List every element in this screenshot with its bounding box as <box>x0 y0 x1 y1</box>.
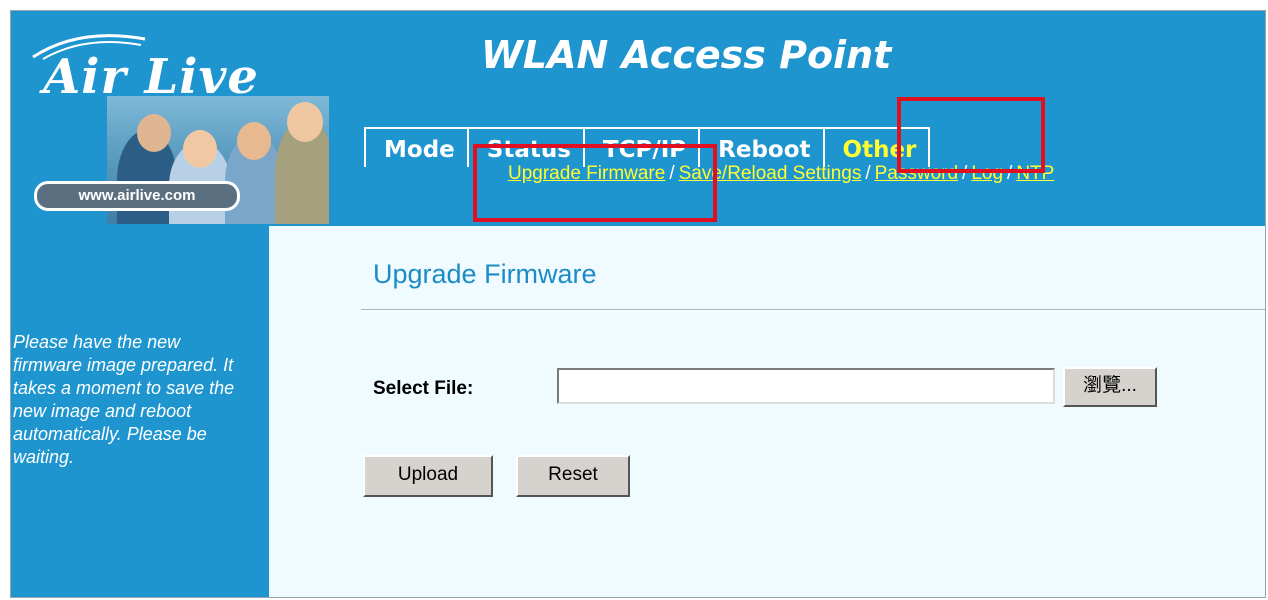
website-badge: www.airlive.com <box>34 181 240 211</box>
reset-button[interactable]: Reset <box>516 455 630 497</box>
app-title: WLAN Access Point <box>481 33 892 77</box>
person-head <box>237 122 271 160</box>
file-path-input[interactable] <box>557 368 1055 404</box>
page-title: Upgrade Firmware <box>373 259 597 289</box>
airlive-logo: Air Live <box>25 31 325 105</box>
highlight-box-other-tab <box>897 97 1045 173</box>
sidebar-help-text: Please have the new firmware image prepa… <box>13 332 235 467</box>
router-admin-page: Air Live www.airlive.com WLAN Access Poi… <box>10 10 1266 598</box>
browse-button[interactable]: 瀏覽... <box>1063 367 1157 407</box>
person-head <box>137 114 171 152</box>
subnav-separator: / <box>865 163 871 184</box>
sidebar: Please have the new firmware image prepa… <box>11 226 269 597</box>
tab-mode[interactable]: Mode <box>364 127 467 167</box>
person-head <box>183 130 217 168</box>
title-divider <box>361 309 1265 311</box>
highlight-box-upgrade-firmware <box>473 144 717 222</box>
person-head <box>287 102 323 142</box>
header-banner: Air Live www.airlive.com WLAN Access Poi… <box>11 11 1265 226</box>
upload-button[interactable]: Upload <box>363 455 493 497</box>
select-file-label: Select File: <box>373 378 474 399</box>
